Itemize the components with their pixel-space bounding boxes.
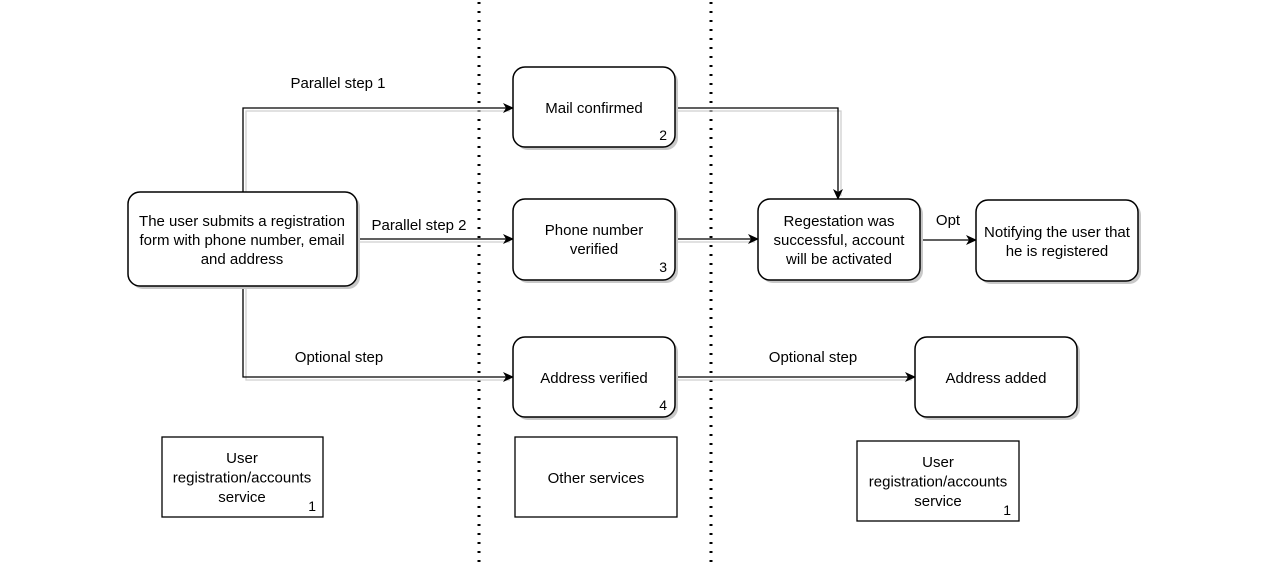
- svg-text:Address verified: Address verified: [540, 370, 648, 387]
- step-number: 2: [659, 127, 667, 143]
- edge-optional-step-right: [675, 372, 916, 382]
- edge-mail-to-registration: [675, 107, 843, 200]
- lane-number: 1: [308, 498, 316, 514]
- edge-parallel-step-2: [357, 234, 514, 244]
- registration-flow-diagram: Parallel step 1 Parallel step 2 Optional…: [127, 2, 1141, 564]
- step-number: 4: [659, 397, 667, 413]
- node-submit-registration[interactable]: The user submits a registration form with…: [127, 191, 360, 289]
- lane-number: 1: [1003, 502, 1011, 518]
- node-phone-verified[interactable]: Phone number verified 3: [512, 198, 678, 283]
- edge-label-parallel-step-1: Parallel step 1: [290, 75, 385, 92]
- svg-text:Regestation wassuccessful, acc: Regestation was successful, account will b…: [774, 213, 906, 268]
- edge-label-optional-step-right: Optional step: [769, 349, 857, 366]
- svg-text:Mail confirmed: Mail confirmed: [545, 100, 643, 117]
- node-notify-user[interactable]: Notifying the user that he is registered: [975, 199, 1141, 284]
- svg-text:Address added: Address added: [946, 370, 1047, 387]
- edge-label-optional-step-left: Optional step: [295, 349, 383, 366]
- node-mail-confirmed[interactable]: Mail confirmed 2: [512, 66, 678, 150]
- node-address-verified[interactable]: Address verified 4: [512, 336, 678, 420]
- step-number: 3: [659, 259, 667, 275]
- lane-label-user-registration-left: User registration/accounts service 1: [161, 436, 324, 518]
- node-registration-successful[interactable]: Regestation was successful, account will b…: [757, 198, 923, 283]
- edge-label-parallel-step-2: Parallel step 2: [371, 217, 466, 234]
- edge-phone-to-registration: [675, 234, 759, 244]
- lane-label-user-registration-right: User registration/accounts service 1: [856, 440, 1020, 522]
- edge-parallel-step-1: [242, 103, 514, 192]
- svg-text:Other services: Other services: [548, 470, 645, 487]
- lane-label-other-services: Other services: [514, 436, 678, 518]
- node-address-added[interactable]: Address added: [914, 336, 1080, 420]
- edge-label-opt: Opt: [936, 212, 961, 229]
